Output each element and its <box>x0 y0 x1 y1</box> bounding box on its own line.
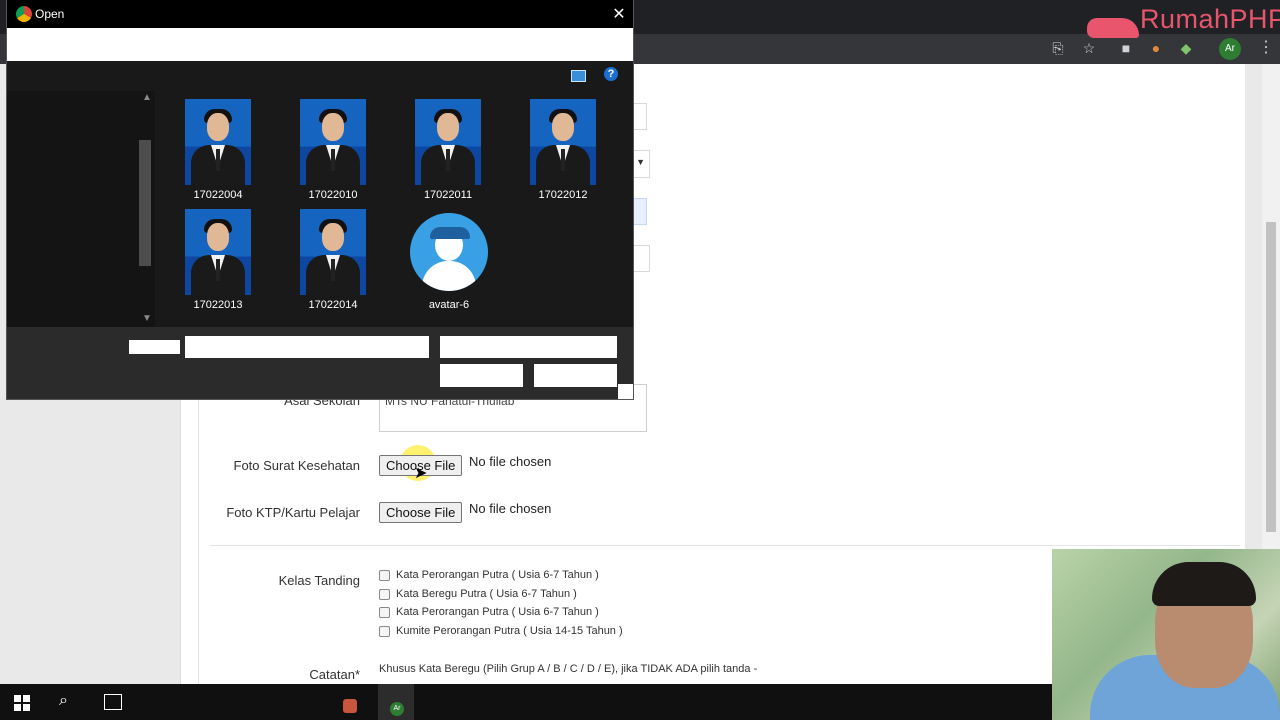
extension-tiger-icon[interactable]: ● <box>1148 40 1164 56</box>
mouse-cursor-icon: ➤ <box>414 465 428 482</box>
catatan-text: Khusus Kata Beregu (Pilih Grup A / B / C… <box>379 663 758 675</box>
view-options-icon[interactable] <box>571 70 586 82</box>
file-thumbnail[interactable] <box>530 99 596 185</box>
open-button[interactable] <box>440 364 523 387</box>
translate-icon[interactable]: ⎘ <box>1050 40 1066 56</box>
page-scroll-thumb[interactable] <box>1266 222 1276 532</box>
dialog-address-bar[interactable] <box>7 28 633 61</box>
logo-hat-icon <box>1087 18 1139 38</box>
checkbox[interactable] <box>379 588 390 600</box>
checkbox[interactable] <box>379 606 390 618</box>
open-file-dialog: Open ✕ ? ▲ ▼ 17022004 17022010 17022011 … <box>7 0 633 399</box>
extension-cube-icon[interactable]: ■ <box>1118 40 1134 56</box>
file-name[interactable]: avatar-6 <box>394 299 504 311</box>
watermark-logo: RumahPHP <box>1140 4 1280 34</box>
no-file-chosen-text: No file chosen <box>469 501 552 516</box>
kelas-tanding-label: Kelas Tanding <box>278 573 360 588</box>
profile-avatar[interactable]: Ar <box>1219 38 1241 60</box>
file-name[interactable]: 17022012 <box>508 189 618 201</box>
choose-file-ktp-button[interactable]: Choose File <box>379 502 463 523</box>
file-thumbnail[interactable] <box>300 99 366 185</box>
search-icon[interactable]: ⌕ <box>59 692 68 710</box>
file-name-label <box>129 340 180 354</box>
section-divider <box>210 545 1240 546</box>
help-icon[interactable]: ? <box>604 67 618 81</box>
windows-start-icon[interactable] <box>14 695 30 711</box>
kelas-option[interactable]: Kumite Perorangan Putra ( Usia 14-15 Tah… <box>379 625 623 637</box>
checkbox[interactable] <box>379 625 390 637</box>
webcam-person-hair <box>1152 562 1256 606</box>
chrome-icon <box>16 6 32 22</box>
file-name[interactable]: 17022013 <box>163 299 273 311</box>
kelas-option[interactable]: Kata Beregu Putra ( Usia 6-7 Tahun ) <box>379 588 577 600</box>
checkbox[interactable] <box>379 569 390 581</box>
file-thumbnail[interactable] <box>300 209 366 295</box>
dialog-toolbar <box>7 61 633 91</box>
no-file-chosen-text: No file chosen <box>469 454 552 469</box>
taskbar-app-icon[interactable] <box>343 699 357 713</box>
avatar-file-icon[interactable] <box>410 213 488 291</box>
file-name[interactable]: 17022004 <box>163 189 273 201</box>
kelas-option[interactable]: Kata Perorangan Putra ( Usia 6-7 Tahun ) <box>379 606 599 618</box>
file-thumbnail[interactable] <box>185 209 251 295</box>
cancel-button[interactable] <box>534 364 617 387</box>
file-name[interactable]: 17022011 <box>393 189 503 201</box>
file-thumbnail[interactable] <box>185 99 251 185</box>
navigation-pane <box>7 91 155 327</box>
foto-surat-label: Foto Surat Kesehatan <box>233 458 360 473</box>
kelas-option[interactable]: Kata Perorangan Putra ( Usia 6-7 Tahun ) <box>379 569 599 581</box>
taskbar-profile-icon: Ar <box>390 702 404 716</box>
task-view-icon[interactable] <box>104 694 122 710</box>
catatan-label: Catatan* <box>309 667 360 682</box>
browser-menu-icon[interactable]: ⋮ <box>1258 38 1274 58</box>
file-thumbnail[interactable] <box>415 99 481 185</box>
chevron-down-icon[interactable]: ▼ <box>142 313 152 324</box>
chevron-up-icon[interactable]: ▲ <box>142 92 152 103</box>
close-icon[interactable]: ✕ <box>609 4 629 24</box>
chevron-down-icon: ▼ <box>636 157 645 167</box>
file-type-select[interactable] <box>440 336 617 358</box>
star-icon[interactable]: ☆ <box>1081 40 1097 56</box>
foto-ktp-label: Foto KTP/Kartu Pelajar <box>226 505 360 520</box>
extension-palette-icon[interactable]: ◆ <box>1178 40 1194 56</box>
file-name[interactable]: 17022010 <box>278 189 388 201</box>
file-name-input[interactable] <box>185 336 429 358</box>
file-name[interactable]: 17022014 <box>278 299 388 311</box>
resize-grip[interactable] <box>618 384 633 399</box>
dialog-titlebar <box>7 0 633 28</box>
navigation-scrollbar[interactable] <box>139 140 151 266</box>
dialog-title: Open <box>35 7 65 21</box>
